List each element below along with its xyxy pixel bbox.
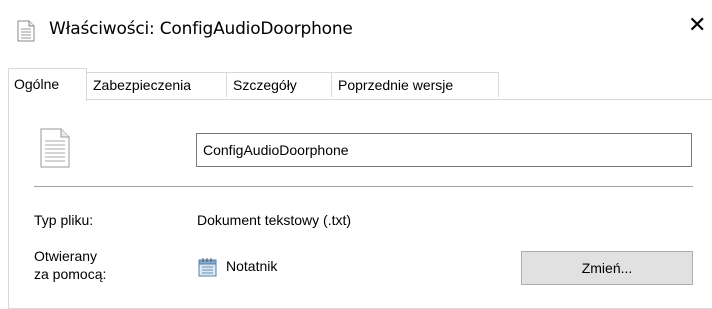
tab-details[interactable]: Szczegóły xyxy=(226,72,332,97)
separator xyxy=(34,186,693,187)
tab-security[interactable]: Zabezpieczenia xyxy=(86,72,227,97)
file-type-value: Dokument tekstowy (.txt) xyxy=(197,212,352,228)
opens-with-label-2: za pomocą: xyxy=(34,266,107,282)
title-bar: Właściwości: ConfigAudioDoorphone ✕ xyxy=(0,0,712,56)
close-icon[interactable]: ✕ xyxy=(688,15,706,37)
tab-general[interactable]: Ogólne xyxy=(8,68,87,101)
text-document-icon xyxy=(40,128,70,168)
tab-strip: Ogólne Zabezpieczenia Szczegóły Poprzedn… xyxy=(0,68,712,101)
file-type-label: Typ pliku: xyxy=(34,212,94,228)
window-title: Właściwości: ConfigAudioDoorphone xyxy=(49,19,353,39)
text-document-icon xyxy=(17,20,35,42)
tab-previous-versions[interactable]: Poprzednie wersje xyxy=(331,72,499,97)
file-name-input[interactable] xyxy=(196,133,692,167)
notepad-icon xyxy=(198,258,217,277)
opens-with-label: Otwierany xyxy=(34,248,98,264)
change-button[interactable]: Zmień... xyxy=(521,251,693,285)
opens-with-app: Notatnik xyxy=(226,258,278,274)
